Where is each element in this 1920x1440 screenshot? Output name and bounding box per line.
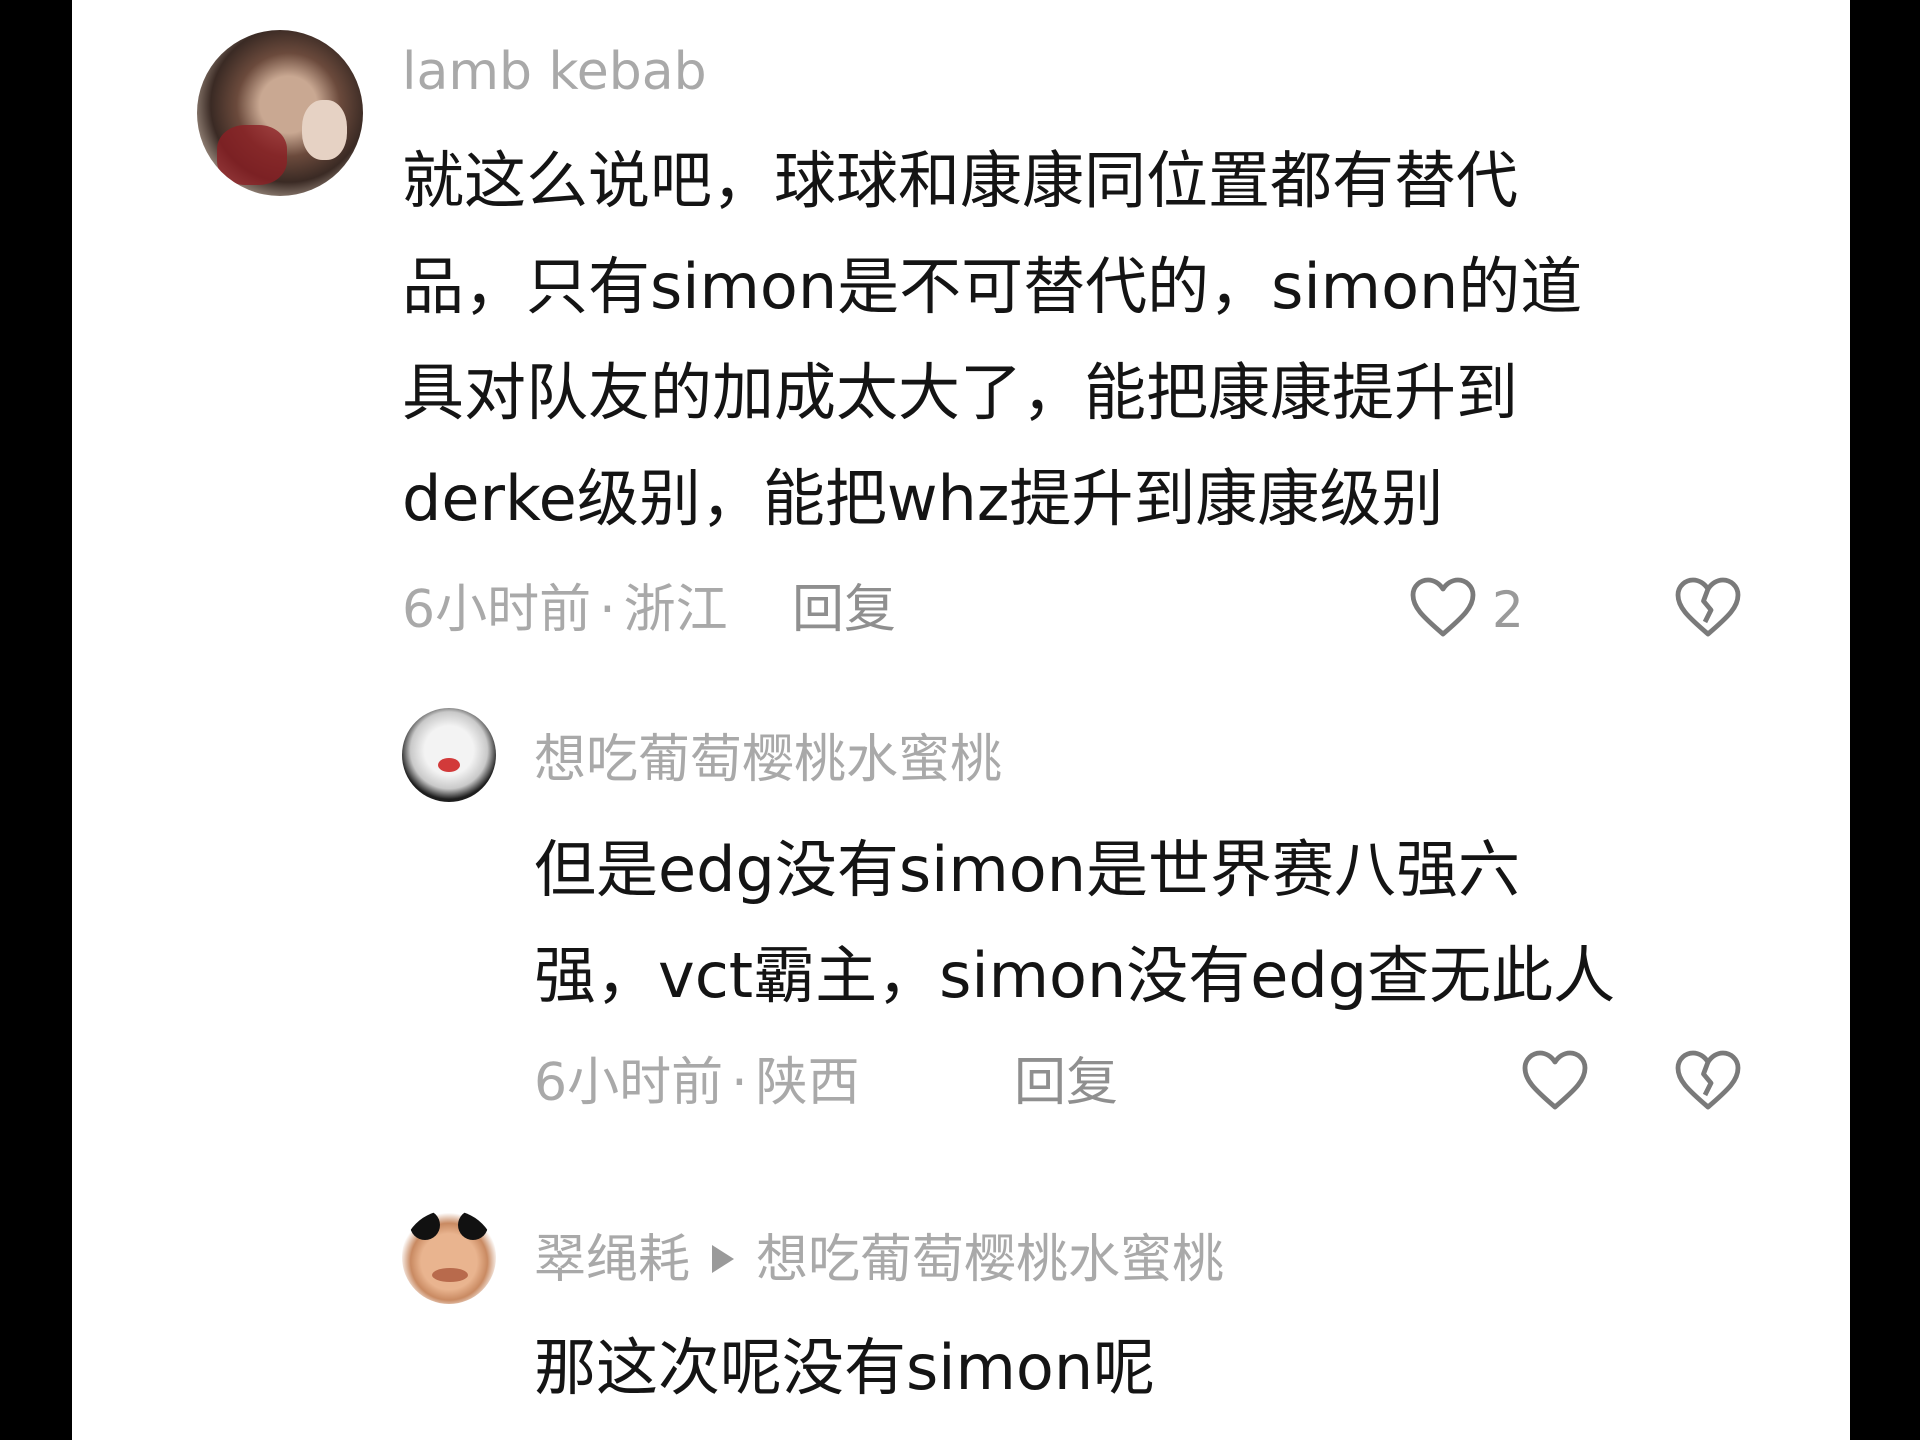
comment-panel: lamb kebab 就这么说吧，球球和康康同位置都有替代 品，只有simon是… bbox=[72, 0, 1850, 1440]
avatar[interactable] bbox=[197, 30, 363, 196]
username[interactable]: 想吃葡萄樱桃水蜜桃 bbox=[534, 730, 1002, 790]
timestamp: 6小时前 bbox=[402, 580, 592, 640]
comment-line: 那这次呢没有simon呢 bbox=[534, 1331, 1156, 1404]
avatar[interactable] bbox=[402, 708, 496, 802]
comment-meta: 6小时前 · 陕西 bbox=[534, 1053, 860, 1113]
meta-separator: · bbox=[731, 1053, 748, 1113]
comment-text: 但是edg没有simon是世界赛八强六 强，vct霸主，simon没有edg查无… bbox=[534, 817, 1615, 1029]
username[interactable]: 翠绳耗 bbox=[534, 1230, 690, 1290]
comment-line: 品，只有simon是不可替代的，simon的道 bbox=[402, 250, 1583, 323]
username[interactable]: lamb kebab bbox=[402, 42, 707, 102]
left-black-bar bbox=[0, 0, 72, 1440]
comment-line: derke级别，能把whz提升到康康级别 bbox=[402, 462, 1444, 535]
avatar[interactable] bbox=[402, 1210, 496, 1304]
comment-text: 就这么说吧，球球和康康同位置都有替代 品，只有simon是不可替代的，simon… bbox=[402, 128, 1582, 552]
reply-to-username[interactable]: 想吃葡萄樱桃水蜜桃 bbox=[756, 1230, 1224, 1290]
location: 陕西 bbox=[755, 1053, 860, 1113]
meta-separator: · bbox=[599, 580, 616, 640]
like-count: 2 bbox=[1492, 581, 1524, 639]
broken-heart-icon[interactable] bbox=[1672, 573, 1744, 641]
comment-meta: 6小时前 · 浙江 bbox=[402, 580, 728, 640]
comment-line: 具对队友的加成太大了，能把康康提升到 bbox=[402, 356, 1519, 429]
comment-line: 但是edg没有simon是世界赛八强六 bbox=[534, 833, 1521, 906]
broken-heart-icon[interactable] bbox=[1672, 1046, 1744, 1114]
comment-line: 就这么说吧，球球和康康同位置都有替代 bbox=[402, 144, 1519, 217]
comment-text: 那这次呢没有simon呢 bbox=[534, 1315, 1155, 1421]
timestamp: 6小时前 bbox=[534, 1053, 724, 1113]
location: 浙江 bbox=[623, 580, 728, 640]
right-black-bar bbox=[1850, 0, 1920, 1440]
reply-header: 翠绳耗 想吃葡萄樱桃水蜜桃 bbox=[534, 1230, 1224, 1290]
reply-button[interactable]: 回复 bbox=[1014, 1053, 1118, 1113]
heart-outline-icon[interactable] bbox=[1519, 1046, 1591, 1114]
triangle-right-icon bbox=[712, 1245, 735, 1273]
reply-button[interactable]: 回复 bbox=[792, 580, 896, 640]
comment-line: 强，vct霸主，simon没有edg查无此人 bbox=[534, 939, 1616, 1012]
heart-outline-icon[interactable] bbox=[1407, 573, 1479, 641]
